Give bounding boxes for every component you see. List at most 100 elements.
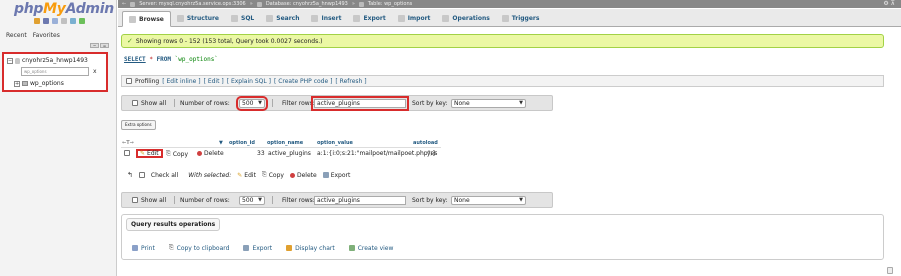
tree-item-database[interactable]: − cnyohrz5a_hnwp1493 — [7, 57, 88, 64]
table-filter-input[interactable]: wp_options — [21, 67, 89, 76]
column-header-option-name[interactable]: option_name — [267, 140, 303, 146]
recent-tab[interactable]: Recent — [5, 32, 28, 39]
expand-icon[interactable]: + — [14, 80, 20, 87]
view-icon — [348, 245, 355, 251]
database-name[interactable]: cnyohrz5a_hnwp1493 — [22, 57, 88, 64]
tab-operations[interactable]: Operations — [436, 10, 495, 26]
chevron-down-icon: ▼ — [519, 100, 523, 106]
refresh-link[interactable]: [ Refresh ] — [335, 78, 366, 85]
chevron-down-icon: ▼ — [519, 197, 523, 203]
database-icon — [15, 57, 20, 64]
cell-option-id[interactable]: 33 — [257, 150, 265, 157]
breadcrumb-database[interactable]: Database: cnyohrz5a_hnwp1493 — [266, 0, 348, 8]
show-all-checkbox[interactable] — [132, 197, 138, 203]
chevron-down-icon: ▼ — [258, 100, 262, 106]
column-header-option-id[interactable]: option_id — [229, 140, 255, 146]
edit-link[interactable]: [ Edit ] — [204, 78, 224, 85]
tab-triggers[interactable]: Triggers — [496, 10, 546, 26]
profiling-checkbox[interactable] — [126, 78, 132, 84]
docs-icon[interactable] — [61, 18, 67, 24]
tab-browse[interactable]: Browse — [122, 11, 171, 27]
navigation-bar-top: Show all Number of rows: 500 ▼ Filter row… — [121, 95, 553, 111]
print-button[interactable]: Print — [132, 244, 155, 252]
filter-rows-input[interactable]: active_plugins — [314, 195, 406, 205]
cell-option-value[interactable]: a:1:{i:0;s:21:"mailpoet/mailpoet.php";} — [317, 150, 436, 157]
sql-query: SELECT * FROM `wp_options` — [124, 56, 218, 63]
row-checkbox[interactable] — [124, 150, 130, 156]
structure-icon — [176, 14, 184, 22]
qro-title: Query results operations — [126, 218, 221, 231]
breadcrumb-table[interactable]: Table: wp_options — [368, 0, 412, 8]
check-all-checkbox[interactable] — [138, 172, 145, 178]
help-icon[interactable] — [52, 18, 58, 24]
breadcrumb-server[interactable]: Server: mysql.cnyohrz5a.service.ops:3306 — [139, 0, 246, 8]
copy-clipboard-button[interactable]: ⎘ Copy to clipboard — [169, 244, 230, 252]
filter-rows-input[interactable]: active_plugins — [311, 95, 409, 111]
sort-by-key-select[interactable]: None ▼ — [451, 98, 526, 108]
logout-icon[interactable] — [43, 18, 49, 24]
tree-item-table[interactable]: + wp_options — [14, 80, 64, 87]
triggers-icon — [501, 14, 509, 22]
sort-icon[interactable]: ▼ — [219, 140, 223, 146]
browse-icon — [129, 15, 136, 23]
create-php-link[interactable]: [ Create PHP code ] — [274, 78, 332, 85]
edit-inline-link[interactable]: [ Edit inline ] — [162, 78, 200, 85]
sql-keyword-select[interactable]: SELECT — [124, 56, 146, 63]
console-icon[interactable] — [887, 267, 893, 274]
edit-selected-button[interactable]: ✎ Edit — [237, 172, 256, 179]
tab-structure[interactable]: Structure — [171, 10, 225, 26]
print-icon — [132, 245, 138, 251]
link-icon[interactable]: = — [100, 43, 109, 48]
extra-options-button[interactable]: Extra options — [121, 120, 156, 130]
phpmyadmin-logo[interactable]: phpMyAdmin — [14, 1, 114, 17]
export-button[interactable]: Export — [243, 244, 272, 252]
explain-sql-link[interactable]: [ Explain SQL ] — [227, 78, 271, 85]
column-header-option-value[interactable]: option_value — [317, 140, 353, 146]
export-icon — [243, 245, 250, 251]
tab-sql[interactable]: SQL — [225, 10, 260, 26]
rows-per-page-select[interactable]: 500 ▼ — [236, 95, 268, 111]
import-icon — [397, 14, 405, 22]
clear-filter-icon[interactable]: x — [93, 68, 97, 75]
tab-import[interactable]: Import — [392, 10, 437, 26]
settings-icon[interactable]: ⚙ ⊼ — [883, 0, 895, 8]
tab-insert[interactable]: Insert — [305, 10, 347, 26]
chevron-down-icon: ▼ — [258, 197, 262, 203]
rows-per-page-select[interactable]: 500 ▼ — [239, 195, 265, 205]
settings-icon[interactable] — [70, 18, 76, 24]
copy-icon: ⎘ — [168, 244, 174, 251]
pencil-icon: ✎ — [140, 150, 146, 157]
with-selected-bar: ↰ Check all With selected: ✎ Edit ⎘ Copy D… — [127, 171, 351, 179]
display-chart-button[interactable]: Display chart — [286, 244, 335, 252]
delete-selected-button[interactable]: Delete — [289, 172, 317, 179]
export-selected-button[interactable]: Export — [322, 172, 350, 179]
row-edit-button[interactable]: ✎ Edit — [136, 149, 163, 158]
reload-icon[interactable] — [79, 18, 85, 24]
arrow-up-icon: ↰ — [127, 171, 133, 179]
insert-icon — [311, 14, 319, 22]
query-results-operations: Query results operations Print ⎘ Copy to … — [121, 214, 884, 260]
collapse-icon[interactable]: − — [7, 57, 13, 64]
copy-selected-button[interactable]: ⎘ Copy — [262, 171, 284, 179]
home-icon[interactable] — [34, 18, 40, 24]
search-icon — [266, 14, 274, 22]
tab-search[interactable]: Search — [260, 10, 305, 26]
cell-autoload[interactable]: yes — [427, 150, 437, 157]
check-all-label[interactable]: Check all — [151, 172, 178, 179]
copy-icon: ⎘ — [166, 150, 171, 157]
show-all-checkbox[interactable] — [132, 100, 138, 106]
sort-by-key-select[interactable]: None ▼ — [451, 195, 526, 205]
row-delete-button[interactable]: Delete — [197, 150, 224, 157]
column-header-autoload[interactable]: autoload — [413, 140, 438, 146]
tab-export[interactable]: Export — [347, 10, 391, 26]
create-view-button[interactable]: Create view — [348, 244, 393, 252]
cell-option-name[interactable]: active_plugins — [268, 150, 311, 157]
favorites-tab[interactable]: Favorites — [32, 32, 61, 39]
main-tabs: Browse Structure SQL Search Insert Expor… — [118, 9, 901, 27]
pencil-icon: ✎ — [237, 171, 243, 179]
collapse-all-icon[interactable]: − — [90, 43, 99, 48]
column-arrows-icon[interactable]: ←T→ — [122, 140, 134, 146]
collapse-controls: − = — [90, 43, 109, 48]
table-name[interactable]: wp_options — [30, 80, 64, 87]
row-copy-button[interactable]: ⎘ Copy — [166, 150, 188, 158]
